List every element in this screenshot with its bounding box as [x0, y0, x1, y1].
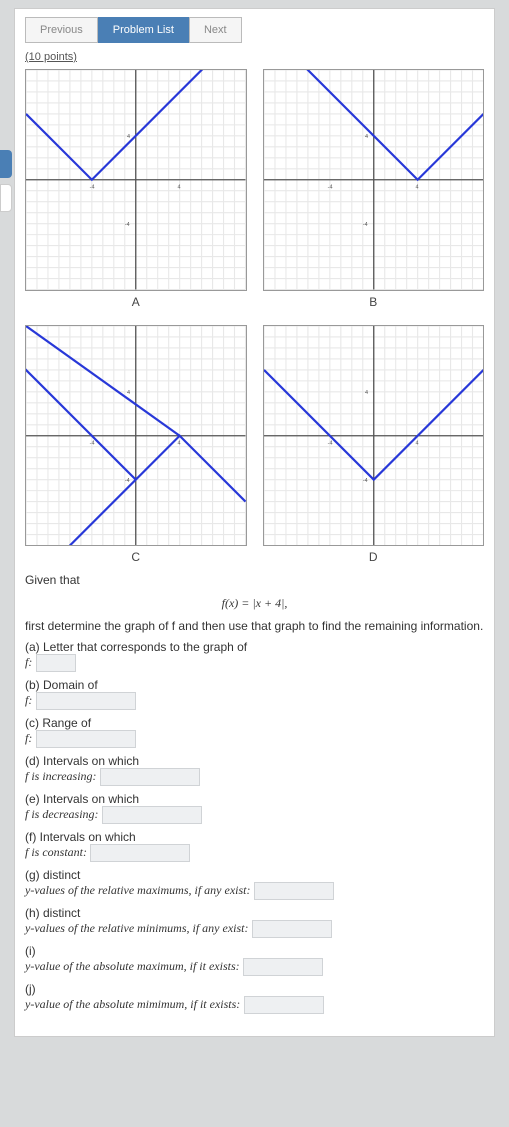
svg-text:4: 4	[364, 390, 367, 396]
part-g-y: y-values of the relative maximums, if an…	[25, 884, 251, 898]
input-j[interactable]	[244, 996, 324, 1014]
graph-c-label: C	[25, 550, 247, 564]
part-g-text: (g) distinct	[25, 868, 80, 882]
svg-text:-4: -4	[90, 185, 95, 191]
formula: f(x) = |x + 4|,	[25, 595, 484, 612]
input-a[interactable]	[36, 654, 76, 672]
graph-c: -4 4 4 -4	[25, 325, 247, 547]
part-d-f: f is increasing:	[25, 770, 97, 784]
svg-text:4: 4	[364, 134, 367, 140]
problem-list-button[interactable]: Problem List	[98, 17, 189, 43]
svg-text:-4: -4	[90, 440, 95, 446]
input-h[interactable]	[252, 920, 332, 938]
part-c-f: f:	[25, 732, 32, 746]
input-g[interactable]	[254, 882, 334, 900]
side-tab-2[interactable]	[0, 184, 12, 212]
part-j-text: (j)	[25, 982, 36, 996]
part-b-f: f:	[25, 694, 32, 708]
part-h-text: (h) distinct	[25, 906, 80, 920]
graph-b: -4 4 4 -4	[263, 69, 485, 291]
next-button[interactable]: Next	[189, 17, 242, 43]
part-j-y: y-value of the absolute mimimum, if it e…	[25, 998, 240, 1012]
instructions: first determine the graph of f and then …	[25, 618, 484, 635]
given-text: Given that	[25, 572, 484, 589]
graph-a-label: A	[25, 295, 247, 309]
previous-button[interactable]: Previous	[25, 17, 98, 43]
part-b-text: (b) Domain of	[25, 678, 98, 692]
input-f[interactable]	[90, 844, 190, 862]
svg-text:-4: -4	[362, 222, 367, 228]
part-f-f: f is constant:	[25, 846, 87, 860]
input-b[interactable]	[36, 692, 136, 710]
svg-text:4: 4	[127, 134, 130, 140]
nav-bar: Previous Problem List Next	[25, 17, 484, 43]
part-c-text: (c) Range of	[25, 716, 91, 730]
svg-text:-4: -4	[327, 185, 332, 191]
part-f-text: (f) Intervals on which	[25, 830, 136, 844]
svg-text:-4: -4	[327, 440, 332, 446]
part-i-text: (i)	[25, 944, 36, 958]
svg-text:4: 4	[177, 440, 180, 446]
svg-text:-4: -4	[125, 477, 130, 483]
svg-text:4: 4	[415, 440, 418, 446]
part-a-f: f:	[25, 656, 32, 670]
graph-d-label: D	[263, 550, 485, 564]
svg-text:4: 4	[177, 185, 180, 191]
graph-a: -4 4 4 -4	[25, 69, 247, 291]
svg-text:4: 4	[127, 390, 130, 396]
input-e[interactable]	[102, 806, 202, 824]
part-a-text: (a) Letter that corresponds to the graph…	[25, 640, 247, 654]
graph-grid: -4 4 4 -4 A -4 4 4 -4 B -4 4 4 -4 C -4 4 4 -4 D	[25, 69, 484, 564]
svg-text:4: 4	[415, 185, 418, 191]
part-i-y: y-value of the absolute maximum, if it e…	[25, 960, 240, 974]
graph-b-label: B	[263, 295, 485, 309]
part-d-text: (d) Intervals on which	[25, 754, 139, 768]
part-h-y: y-values of the relative minimums, if an…	[25, 922, 249, 936]
input-d[interactable]	[100, 768, 200, 786]
svg-text:-4: -4	[125, 222, 130, 228]
part-e-text: (e) Intervals on which	[25, 792, 139, 806]
input-c[interactable]	[36, 730, 136, 748]
svg-text:-4: -4	[362, 477, 367, 483]
part-e-f: f is decreasing:	[25, 808, 99, 822]
side-tab-1[interactable]	[0, 150, 12, 178]
input-i[interactable]	[243, 958, 323, 976]
points-label: (10 points)	[25, 51, 484, 63]
graph-d: -4 4 4 -4	[263, 325, 485, 547]
